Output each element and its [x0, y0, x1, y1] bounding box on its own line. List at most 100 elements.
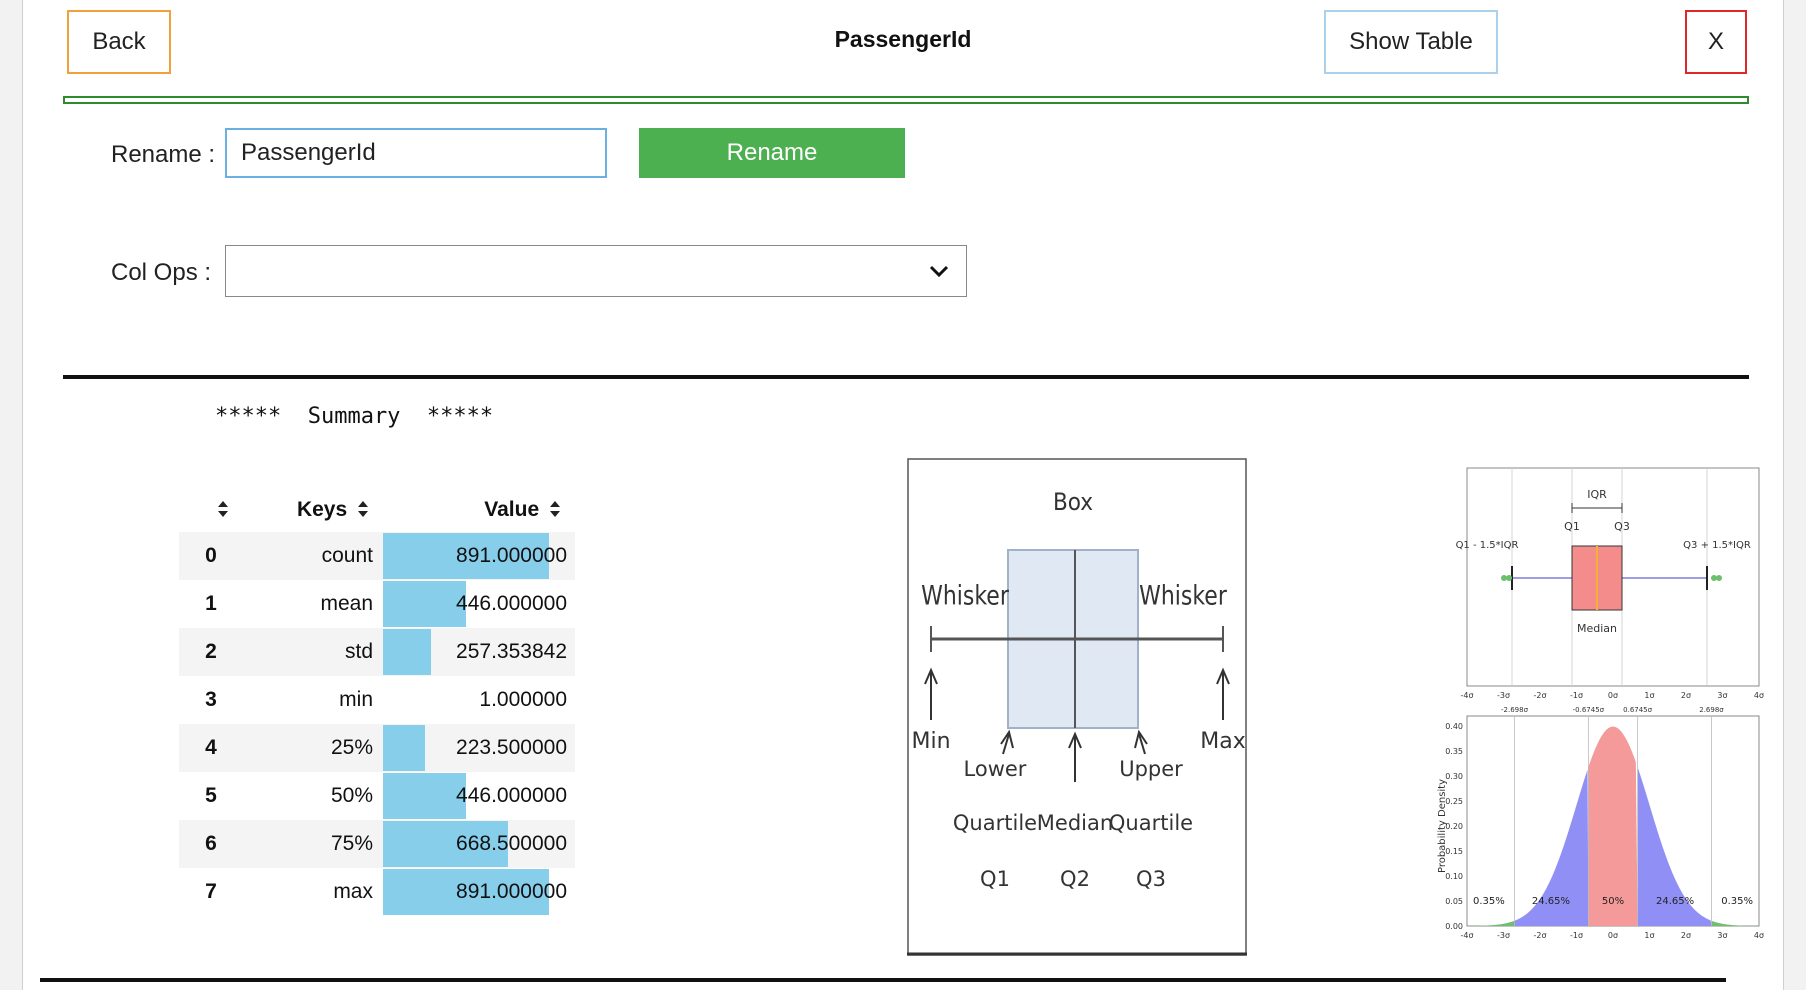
summary-title: ***** Summary *****	[215, 404, 494, 429]
col-ops-label: Col Ops :	[111, 259, 212, 286]
row-value: 1.000000	[479, 688, 567, 711]
quantile-label: 0.6745σ	[1623, 706, 1652, 714]
sigma-tick-label: -3σ	[1497, 691, 1510, 700]
table-row: 0 count 891.000000	[179, 532, 575, 580]
sigma-tick-label: -1σ	[1570, 691, 1583, 700]
bottom-divider	[40, 978, 1726, 982]
table-row: 3 min 1.000000	[179, 676, 575, 724]
row-value: 257.353842	[456, 640, 567, 663]
sigma-tick-label: -1σ	[1570, 931, 1583, 940]
sigma-tick-label: 4σ	[1754, 931, 1764, 940]
value-column-header[interactable]: Value	[383, 488, 575, 532]
y-tick-label: 0.05	[1445, 897, 1463, 906]
row-value-cell: 223.500000	[383, 724, 575, 772]
whisker-right-label: Whisker	[1139, 579, 1227, 611]
q3-label-line3: Q3	[1136, 867, 1166, 891]
close-button[interactable]: X	[1685, 10, 1747, 74]
sigma-tick-label: 0σ	[1608, 931, 1618, 940]
rename-button[interactable]: Rename	[639, 128, 905, 178]
row-value: 891.000000	[456, 544, 567, 567]
iqr-label: IQR	[1587, 488, 1607, 501]
row-value-cell: 1.000000	[383, 676, 575, 724]
col-ops-select[interactable]	[225, 245, 967, 297]
percent-label: 0.35%	[1473, 896, 1505, 907]
normal-distribution-diagram: IQR Q1 Q3 Q1 - 1.5*IQR Q3 + 1.5*IQR Medi…	[1437, 467, 1764, 940]
q3-tick-label: Q3	[1614, 520, 1630, 533]
keys-column-header[interactable]: Keys	[243, 488, 383, 532]
quantile-label: -0.6745σ	[1573, 706, 1605, 714]
row-key: std	[344, 640, 373, 663]
row-index: 2	[205, 640, 217, 663]
y-tick-label: 0.40	[1445, 722, 1463, 731]
q1-label-line1: Lower	[964, 757, 1027, 781]
sigma-tick-label: -4σ	[1460, 931, 1473, 940]
sigma-tick-label: -2σ	[1533, 931, 1546, 940]
index-header[interactable]	[179, 488, 243, 532]
y-tick-label: 0.00	[1445, 922, 1463, 931]
rename-input[interactable]	[225, 128, 607, 178]
sigma-tick-label: 2σ	[1681, 691, 1691, 700]
sigma-tick-label: -3σ	[1497, 931, 1510, 940]
row-value-cell: 668.500000	[383, 820, 575, 868]
lower-fence-label: Q1 - 1.5*IQR	[1456, 540, 1519, 551]
table-row: 6 75% 668.500000	[179, 820, 575, 868]
row-index: 5	[205, 784, 217, 807]
summary-stats-table: Keys Value 0 count 891.000000 1 mean 446.0000…	[179, 488, 575, 916]
row-value-cell: 446.000000	[383, 580, 575, 628]
quantile-label: -2.698σ	[1501, 706, 1529, 714]
row-key: max	[333, 880, 373, 903]
section-divider	[63, 375, 1749, 379]
quantile-label: 2.698σ	[1699, 706, 1724, 714]
row-key: 50%	[330, 784, 373, 807]
chevron-down-icon	[929, 265, 949, 278]
upper-fence-label: Q3 + 1.5*IQR	[1683, 540, 1751, 551]
sort-icon[interactable]	[549, 500, 561, 518]
row-index: 4	[205, 736, 217, 759]
row-index: 6	[205, 832, 217, 855]
median-label: Median	[1577, 622, 1617, 635]
row-key: mean	[320, 592, 373, 615]
row-key: min	[339, 688, 373, 711]
keys-header-label: Keys	[296, 498, 348, 521]
whisker-left-label: Whisker	[921, 579, 1009, 611]
q2-label-line2: Q2	[1060, 867, 1090, 891]
q1-label-line2: Quartile	[953, 811, 1037, 835]
sigma-tick-label: 2σ	[1681, 931, 1691, 940]
rename-label: Rename :	[111, 141, 216, 168]
table-row: 5 50% 446.000000	[179, 772, 575, 820]
percent-label: 0.35%	[1721, 896, 1753, 907]
sigma-tick-label: 3σ	[1717, 931, 1727, 940]
q3-label-line1: Upper	[1119, 757, 1183, 781]
sort-icon[interactable]	[217, 500, 229, 518]
sigma-tick-label: 1σ	[1644, 931, 1654, 940]
table-row: 1 mean 446.000000	[179, 580, 575, 628]
y-tick-label: 0.35	[1445, 747, 1463, 756]
sigma-tick-label: -4σ	[1460, 691, 1473, 700]
row-key: count	[321, 544, 373, 567]
sort-icon[interactable]	[357, 500, 369, 518]
show-table-button[interactable]: Show Table	[1324, 10, 1498, 74]
row-key: 75%	[330, 832, 373, 855]
page-title: PassengerId	[834, 26, 972, 52]
y-axis-label: Probability Density	[1437, 779, 1448, 873]
value-header-label: Value	[484, 498, 540, 521]
row-value-cell: 446.000000	[383, 772, 575, 820]
box-label: Box	[1053, 488, 1093, 516]
table-row: 7 max 891.000000	[179, 868, 575, 916]
min-label: Min	[911, 729, 950, 754]
sigma-tick-label: 0σ	[1608, 691, 1618, 700]
sigma-tick-label: 4σ	[1754, 691, 1764, 700]
boxplot-diagram: Box Whisker Whisker Min Max Lower Quarti…	[907, 458, 1247, 956]
row-value-cell: 891.000000	[383, 532, 575, 580]
row-key: 25%	[330, 736, 373, 759]
percent-label: 50%	[1602, 896, 1624, 907]
column-detail-panel: Back PassengerId Show Table X Rename : R…	[22, 0, 1784, 990]
row-value: 446.000000	[456, 784, 567, 807]
row-index: 7	[205, 880, 217, 903]
row-value: 446.000000	[456, 592, 567, 615]
sigma-tick-label: 1σ	[1644, 691, 1654, 700]
sigma-tick-label: -2σ	[1533, 691, 1546, 700]
max-label: Max	[1200, 729, 1245, 754]
row-value: 223.500000	[456, 736, 567, 759]
row-index: 3	[205, 688, 217, 711]
